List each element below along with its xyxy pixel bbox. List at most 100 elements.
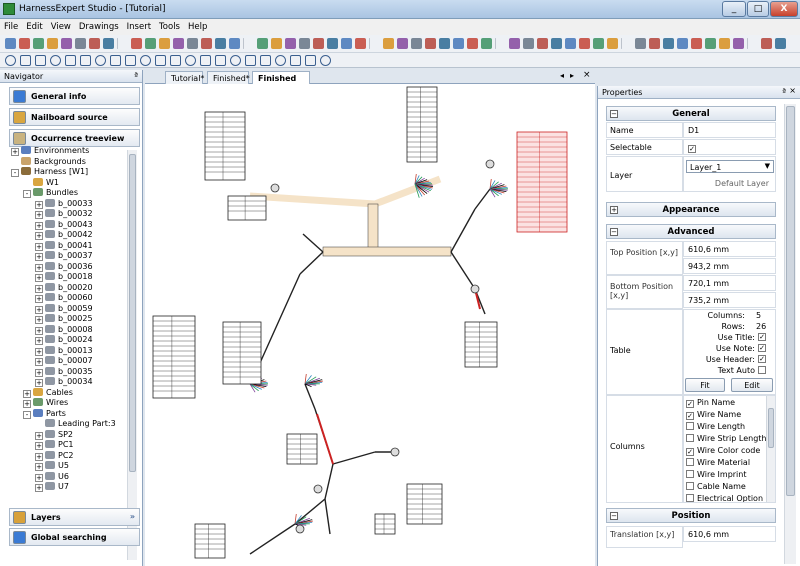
columns-scroll-thumb[interactable] — [768, 408, 774, 448]
toolbar-tool-icon[interactable] — [369, 38, 370, 49]
expand-node-icon[interactable]: + — [35, 473, 43, 482]
collapse-icon[interactable]: − — [610, 110, 618, 118]
nailboard-source-section[interactable]: Nailboard source — [9, 108, 140, 126]
expand-node-icon[interactable]: + — [35, 221, 43, 230]
column-option[interactable]: Wire Length — [686, 422, 745, 431]
expand-node-icon[interactable]: + — [35, 200, 43, 209]
toolbar-tool-icon[interactable] — [509, 38, 520, 49]
use-title-checkbox[interactable]: ✓ — [758, 333, 766, 341]
tree-item[interactable]: - Parts — [23, 408, 66, 420]
expand-node-icon[interactable]: + — [35, 368, 43, 377]
collapse-node-icon[interactable]: - — [11, 169, 19, 177]
tree-item[interactable]: + b_00037 — [35, 251, 93, 262]
rows-count-value[interactable]: 26 — [756, 322, 766, 331]
toolbar-tool-icon[interactable] — [173, 38, 184, 49]
tree-item[interactable]: + b_00032 — [35, 209, 93, 220]
bottom-y-field[interactable]: 735,2 mm — [683, 292, 776, 308]
expand-node-icon[interactable]: + — [35, 337, 43, 345]
toolbar-tool-icon[interactable] — [117, 38, 118, 49]
toolbar-tool-icon[interactable] — [327, 38, 338, 49]
advanced-section-header[interactable]: − Advanced — [606, 224, 776, 239]
tree-item[interactable]: + b_00041 — [35, 240, 93, 252]
expand-node-icon[interactable]: + — [35, 263, 43, 272]
name-field[interactable]: D1 — [683, 122, 776, 138]
tree-item[interactable]: + b_00059 — [35, 303, 93, 315]
toolbar-tool-icon[interactable] — [285, 38, 296, 49]
toolbar-tool-icon[interactable] — [565, 38, 576, 49]
toolbar-tool-icon[interactable] — [215, 38, 226, 49]
toolbar-tool-icon[interactable] — [131, 38, 142, 49]
tree-item[interactable]: + b_00024 — [35, 335, 93, 346]
column-option[interactable]: ✓ Wire Color code — [686, 446, 760, 456]
toolbar-tool-icon[interactable] — [719, 38, 730, 49]
tree-item[interactable]: + Cables — [23, 387, 73, 399]
properties-scrollbar[interactable] — [784, 104, 796, 564]
menu-insert[interactable]: Insert — [123, 19, 155, 32]
toolbar-tool-icon[interactable] — [75, 38, 86, 49]
tree-item[interactable]: + b_00034 — [35, 377, 93, 388]
selectable-checkbox[interactable]: ✓ — [688, 145, 696, 153]
toolbar-tool-icon[interactable] — [383, 38, 394, 49]
collapse-chevron-icon[interactable]: » — [130, 512, 135, 521]
menu-edit[interactable]: Edit — [22, 19, 46, 32]
tree-item[interactable]: + b_00043 — [35, 219, 93, 231]
tree-item[interactable]: + b_00007 — [35, 356, 93, 367]
dropdown-arrow-icon[interactable]: ▼ — [765, 162, 770, 170]
tree-item[interactable]: + b_00018 — [35, 272, 93, 283]
expand-node-icon[interactable]: + — [23, 389, 31, 398]
toolbar-tool-icon[interactable] — [579, 38, 590, 49]
toolbar-tool-icon[interactable] — [649, 38, 660, 49]
expand-node-icon[interactable]: + — [35, 379, 43, 387]
tree-item[interactable]: - Harness [W1] — [11, 167, 88, 178]
column-checkbox[interactable]: ✓ — [686, 448, 694, 456]
shape-tool-icon[interactable] — [275, 55, 286, 66]
shape-tool-icon[interactable] — [305, 55, 316, 66]
toolbar-tool-icon[interactable] — [677, 38, 688, 49]
tree-item[interactable]: + SP2 — [35, 429, 73, 441]
column-checkbox[interactable] — [686, 434, 694, 442]
expand-node-icon[interactable]: + — [23, 400, 31, 408]
toolbar-tool-icon[interactable] — [229, 38, 240, 49]
toolbar-tool-icon[interactable] — [187, 38, 198, 49]
menu-drawings[interactable]: Drawings — [75, 19, 123, 32]
shape-tool-icon[interactable] — [110, 55, 121, 66]
toolbar-tool-icon[interactable] — [523, 38, 534, 49]
properties-close-icon[interactable]: × — [789, 86, 796, 95]
translation-x-field[interactable]: 610,6 mm — [683, 526, 776, 542]
toolbar-tool-icon[interactable] — [733, 38, 744, 49]
column-option[interactable]: ✓ Pin Name — [686, 398, 735, 408]
layers-section[interactable]: Layers » — [9, 508, 140, 526]
tree-item[interactable]: + PC2 — [35, 450, 74, 462]
expand-node-icon[interactable]: + — [35, 211, 43, 219]
toolbar-tool-icon[interactable] — [61, 38, 72, 49]
expand-node-icon[interactable]: + — [11, 148, 19, 156]
toolbar-tool-icon[interactable] — [495, 38, 496, 49]
fit-button[interactable]: Fit — [685, 378, 725, 392]
shape-tool-icon[interactable] — [170, 55, 181, 66]
toolbar-tool-icon[interactable] — [467, 38, 478, 49]
toolbar-tool-icon[interactable] — [761, 38, 772, 49]
shape-tool-icon[interactable] — [185, 55, 196, 66]
toolbar-tool-icon[interactable] — [453, 38, 464, 49]
shape-tool-icon[interactable] — [140, 55, 151, 66]
tree-item[interactable]: + Wires — [23, 398, 68, 409]
menu-help[interactable]: Help — [184, 19, 211, 32]
columns-count-value[interactable]: 5 — [756, 311, 761, 320]
column-checkbox[interactable] — [686, 470, 694, 478]
column-checkbox[interactable]: ✓ — [686, 412, 694, 420]
menu-tools[interactable]: Tools — [155, 19, 184, 32]
shape-tool-icon[interactable] — [200, 55, 211, 66]
column-checkbox[interactable] — [686, 494, 694, 502]
general-section-header[interactable]: − General — [606, 106, 776, 121]
toolbar-tool-icon[interactable] — [537, 38, 548, 49]
toolbar-tool-icon[interactable] — [33, 38, 44, 49]
column-option[interactable]: Wire Strip Length — [686, 434, 766, 443]
expand-node-icon[interactable]: + — [35, 232, 43, 240]
expand-node-icon[interactable]: + — [35, 347, 43, 356]
tree-item[interactable]: + Environments — [11, 146, 89, 157]
column-option[interactable]: Wire Imprint — [686, 470, 746, 479]
toolbar-tool-icon[interactable] — [425, 38, 436, 49]
general-info-section[interactable]: General info — [9, 87, 140, 105]
tab-scroll-left-icon[interactable]: ◂ — [560, 71, 564, 80]
toolbar-tool-icon[interactable] — [705, 38, 716, 49]
